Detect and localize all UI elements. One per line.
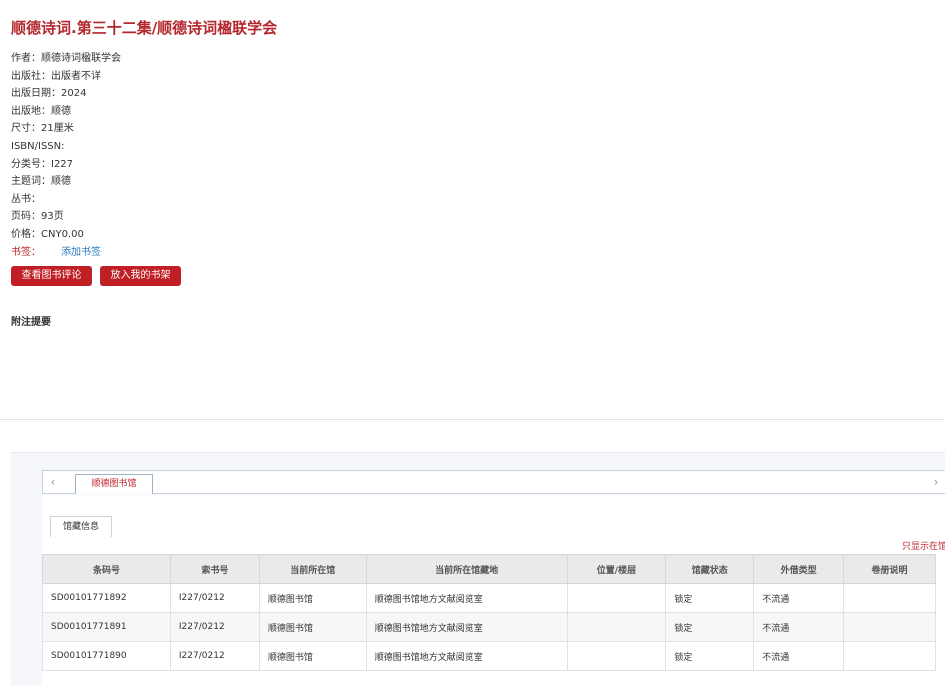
location-cell: 顺德图书馆地方文献阅览室 <box>365 612 568 642</box>
column-header: 当前所在馆 <box>258 554 367 584</box>
floor-cell <box>566 612 667 642</box>
holdings-table: 条码号 索书号 当前所在馆 当前所在馆藏地 位置/楼层 馆藏状态 外借类型 卷册… <box>42 554 936 671</box>
table-row: SD00101771891 I227/0212 顺德图书馆 顺德图书馆地方文献阅… <box>42 612 936 642</box>
loan-type-cell: 不流通 <box>753 641 845 671</box>
meta-value: I227 <box>51 158 74 170</box>
status-cell: 锁定 <box>665 612 755 642</box>
column-header: 卷册说明 <box>843 554 936 584</box>
only-in-library-link[interactable]: 只显示在馆 <box>902 539 945 552</box>
meta-label: 丛书： <box>11 193 41 205</box>
meta-value: 出版者不详 <box>51 70 101 82</box>
column-header: 条码号 <box>42 554 171 584</box>
column-header: 位置/楼层 <box>566 554 667 584</box>
holdings-content: 馆藏信息 只显示在馆 条码号 索书号 当前所在馆 当前所在馆藏地 位置/楼层 馆… <box>42 495 945 686</box>
floor-cell <box>566 641 667 671</box>
view-reviews-button[interactable]: 查看图书评论 <box>11 266 92 286</box>
meta-label: 作者： <box>11 53 41 64</box>
meta-pages: 页码：93页 <box>11 208 121 226</box>
loan-type-cell: 不流通 <box>753 583 845 613</box>
table-header-row: 条码号 索书号 当前所在馆 当前所在馆藏地 位置/楼层 馆藏状态 外借类型 卷册… <box>42 554 936 584</box>
section-divider <box>0 419 945 420</box>
meta-label: 尺寸： <box>11 123 41 135</box>
barcode-cell: SD00101771892 <box>42 583 171 613</box>
holdings-panel: ‹ 顺德图书馆 › 馆藏信息 只显示在馆 条码号 索书号 当前所在馆 当前所在馆… <box>11 452 945 686</box>
table-row: SD00101771890 I227/0212 顺德图书馆 顺德图书馆地方文献阅… <box>42 641 936 671</box>
meta-publisher: 出版社：出版者不详 <box>11 68 121 86</box>
add-bookmark-link[interactable]: 添加书签 <box>61 247 101 258</box>
barcode-cell: SD00101771890 <box>42 641 171 671</box>
library-cell: 顺德图书馆 <box>258 612 367 642</box>
floor-cell <box>566 583 667 613</box>
meta-isbn: ISBN/ISSN: <box>11 138 121 156</box>
status-cell: 锁定 <box>665 583 755 613</box>
table-row: SD00101771892 I227/0212 顺德图书馆 顺德图书馆地方文献阅… <box>42 583 936 613</box>
location-cell: 顺德图书馆地方文献阅览室 <box>365 641 568 671</box>
meta-subject: 主题词：顺德 <box>11 173 121 191</box>
meta-value: CNY0.00 <box>41 228 84 240</box>
meta-author: 作者：顺德诗词楹联学会 <box>11 50 121 68</box>
meta-label: 出版社： <box>11 70 51 82</box>
volume-cell <box>843 641 936 671</box>
status-cell: 锁定 <box>665 641 755 671</box>
meta-label: 页码： <box>11 211 41 223</box>
meta-label: ISBN/ISSN: <box>11 140 65 152</box>
bookmark-label: 书签： <box>11 246 41 258</box>
meta-series: 丛书： <box>11 191 121 209</box>
tab-shunde-library[interactable]: 顺德图书馆 <box>75 474 153 494</box>
meta-value: 2024 <box>61 88 87 100</box>
meta-pub-place: 出版地：顺德 <box>11 103 121 121</box>
meta-label: 价格： <box>11 228 41 240</box>
column-header: 索书号 <box>169 554 260 584</box>
meta-value: 21厘米 <box>41 123 74 135</box>
loan-type-cell: 不流通 <box>753 612 845 642</box>
meta-pub-date: 出版日期：2024 <box>11 85 121 103</box>
meta-label: 出版日期： <box>11 88 61 100</box>
meta-value: 顺德 <box>51 176 71 188</box>
meta-bookmark: 书签： 添加书签 <box>11 244 121 262</box>
volume-cell <box>843 612 936 642</box>
meta-price: 价格：CNY0.00 <box>11 226 121 244</box>
library-cell: 顺德图书馆 <box>258 641 367 671</box>
meta-size: 尺寸：21厘米 <box>11 120 121 138</box>
column-header: 当前所在馆藏地 <box>365 554 568 584</box>
meta-label: 主题词： <box>11 176 51 188</box>
notes-heading: 附注提要 <box>11 317 51 328</box>
tab-holdings-info[interactable]: 馆藏信息 <box>50 516 112 537</box>
library-tab-strip: ‹ 顺德图书馆 › <box>42 470 945 494</box>
meta-label: 出版地： <box>11 105 51 117</box>
meta-value: 93页 <box>41 211 64 223</box>
book-metadata: 作者：顺德诗词楹联学会 出版社：出版者不详 出版日期：2024 出版地：顺德 尺… <box>11 50 121 261</box>
chevron-right-icon[interactable]: › <box>926 471 945 493</box>
call-number-cell: I227/0212 <box>169 612 260 642</box>
location-cell: 顺德图书馆地方文献阅览室 <box>365 583 568 613</box>
volume-cell <box>843 583 936 613</box>
add-to-shelf-button[interactable]: 放入我的书架 <box>100 266 181 286</box>
column-header: 外借类型 <box>753 554 845 584</box>
call-number-cell: I227/0212 <box>169 641 260 671</box>
call-number-cell: I227/0212 <box>169 583 260 613</box>
meta-classification: 分类号：I227 <box>11 156 121 174</box>
book-title: 顺德诗词.第三十二集/顺德诗词楹联学会 <box>11 19 278 37</box>
barcode-cell: SD00101771891 <box>42 612 171 642</box>
meta-label: 分类号： <box>11 158 51 170</box>
meta-value: 顺德诗词楹联学会 <box>41 53 121 64</box>
meta-value: 顺德 <box>51 105 71 117</box>
column-header: 馆藏状态 <box>665 554 755 584</box>
chevron-left-icon[interactable]: ‹ <box>43 471 63 493</box>
library-cell: 顺德图书馆 <box>258 583 367 613</box>
